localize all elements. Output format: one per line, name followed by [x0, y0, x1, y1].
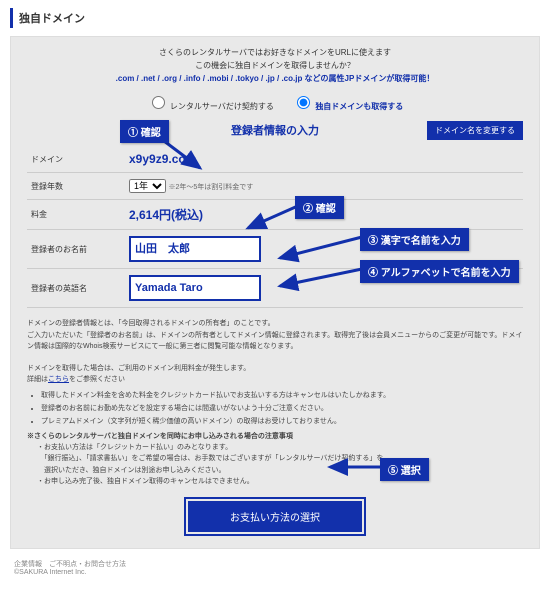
value-price: 2,614円(税込)	[129, 208, 203, 222]
intro-line-2: この機会に独自ドメインを取得しませんか？	[27, 60, 523, 73]
note-h2: ※さくらのレンタルサーバと独自ドメインを同時にお申し込みされる場合の注意事項	[27, 431, 523, 442]
label-roman: 登録者の英語名	[27, 269, 125, 308]
note-li3: プレミアムドメイン（文字列が短く稀少価値の高いドメイン）の取得はお受けしておりま…	[41, 416, 523, 427]
input-roman[interactable]: Yamada Taro	[129, 275, 261, 301]
row-years: 登録年数 1年 ※2年～5年は割引料金です	[27, 173, 523, 200]
note-li2: 登録者のお名前にお勤め先などを設定する場合には間違いがないよう十分ご注意ください…	[41, 403, 523, 414]
note-s3: ・お申し込み完了後、独自ドメイン取得のキャンセルはできません。	[37, 476, 523, 487]
callout-1: ① 確認	[120, 120, 169, 143]
label-price: 料金	[27, 200, 125, 230]
radio-server-only[interactable]: レンタルサーバだけ契約する	[147, 93, 274, 112]
intro-line-1: さくらのレンタルサーバではお好きなドメインをURLに使えます	[27, 47, 523, 60]
note-p2: ご入力いただいた「登録者のお名前」は、ドメインの所有者としてドメイン情報に登録さ…	[27, 330, 523, 352]
section-title: 登録者情報の入力	[231, 122, 319, 138]
details-link[interactable]: こちら	[48, 376, 69, 383]
footer: 企業情報 ご不明点・お問合せ方法 ©SAKURA Internet Inc.	[10, 549, 540, 580]
plan-radio-group: レンタルサーバだけ契約する 独自ドメインも取得する	[27, 93, 523, 112]
submit-button[interactable]: お支払い方法の選択	[188, 501, 362, 532]
page-root: 独自ドメイン さくらのレンタルサーバではお好きなドメインをURLに使えます この…	[0, 8, 550, 590]
label-name: 登録者のお名前	[27, 230, 125, 269]
input-name[interactable]: 山田 太郎	[129, 236, 261, 262]
row-domain: ドメイン x9y9z9.com	[27, 146, 523, 173]
label-domain: ドメイン	[27, 146, 125, 173]
footer-links[interactable]: 企業情報 ご不明点・お問合せ方法	[14, 559, 536, 569]
notes-block: ドメインの登録者情報とは、「今回取得されるドメインの所有者」のことです。 ご入力…	[27, 318, 523, 487]
callout-2: ② 確認	[295, 196, 344, 219]
section-header: 登録者情報の入力 ドメイン名を変更する	[27, 122, 523, 138]
change-domain-button[interactable]: ドメイン名を変更する	[427, 121, 523, 140]
note-p3: ドメインを取得した場合は、ご利用のドメイン利用料金が発生します。	[27, 363, 523, 374]
callout-3: ③ 漢字で名前を入力	[360, 228, 469, 251]
callout-4: ④ アルファベットで名前を入力	[360, 260, 519, 283]
label-years: 登録年数	[27, 173, 125, 200]
footer-copyright: ©SAKURA Internet Inc.	[14, 569, 536, 576]
note-s2: 「銀行振込」、「請求書払い」をご希望の場合は、お手数ではございますが「レンタルサ…	[37, 453, 523, 464]
note-p1: ドメインの登録者情報とは、「今回取得されるドメインの所有者」のことです。	[27, 318, 523, 329]
page-title: 独自ドメイン	[10, 8, 540, 28]
radio-with-domain[interactable]: 独自ドメインも取得する	[292, 93, 403, 112]
submit-wrap: お支払い方法の選択	[27, 501, 523, 532]
note-s2b: 選択いただき、独自ドメインは別途お申し込みください。	[37, 465, 523, 476]
row-price: 料金 2,614円(税込)	[27, 200, 523, 230]
intro-line-3: .com / .net / .org / .info / .mobi / .to…	[27, 73, 523, 86]
intro-block: さくらのレンタルサーバではお好きなドメインをURLに使えます この機会に独自ドメ…	[27, 47, 523, 85]
note-p4: 詳細はこちらをご参照ください	[27, 374, 523, 385]
note-s1: ・お支払い方法は「クレジットカード払い」のみとなります。	[37, 442, 523, 453]
value-domain: x9y9z9.com	[129, 152, 196, 166]
years-select[interactable]: 1年	[129, 179, 166, 193]
note-li1: 取得したドメイン料金を含めた料金をクレジットカード払いでお支払いする方はキャンセ…	[41, 390, 523, 401]
form-card: さくらのレンタルサーバではお好きなドメインをURLに使えます この機会に独自ドメ…	[10, 36, 540, 549]
years-note: ※2年～5年は割引料金です	[169, 184, 254, 191]
callout-5: ⑤ 選択	[380, 458, 429, 481]
